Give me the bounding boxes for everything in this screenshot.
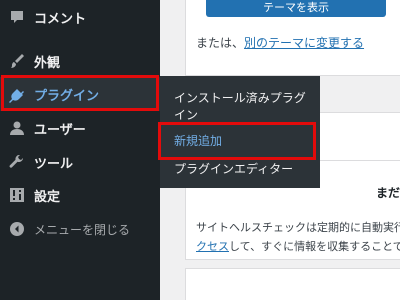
site-health-heading: まだ [376,186,400,200]
appearance-brush-icon [7,51,27,71]
collapse-arrow-icon [7,219,27,239]
site-health-text: サイトヘルスチェックは定期的に自動実行 クセスして、すぐに情報を収集することで [196,218,400,256]
site-health-line: クセスして、すぐに情報を収集することで [196,237,400,256]
sidebar-item-label: 設定 [34,189,61,205]
sidebar-item-users[interactable]: ユーザー [0,111,160,145]
sidebar-item-label: コメント [34,11,87,27]
theme-change-text: または、別のテーマに変更する [196,34,364,51]
site-health-link[interactable]: クセス [196,240,229,253]
sidebar-item-comments[interactable]: コメント [0,0,160,34]
sidebar-item-label: メニューを閉じる [34,222,131,237]
admin-sidebar: コメント 外観 プラグイン ユーザー ツール 設定 メニューを閉じる [0,0,160,300]
site-health-line-rest: して、すぐに情報を収集することで [229,240,400,253]
sidebar-item-label: ユーザー [34,122,86,138]
bottom-card [185,268,400,300]
submenu-plugin-editor[interactable]: プラグインエディター [174,161,293,178]
sidebar-item-appearance[interactable]: 外観 [0,44,160,78]
theme-prefix: または、 [196,36,245,50]
comment-icon [7,7,27,27]
sidebar-item-label: ツール [34,156,74,172]
settings-icon [7,185,27,205]
sidebar-item-tools[interactable]: ツール [0,145,160,179]
sidebar-item-settings[interactable]: 設定 [0,178,160,212]
user-icon [7,118,27,138]
site-health-line: サイトヘルスチェックは定期的に自動実行 [196,221,400,234]
wrench-icon [7,152,27,172]
plugins-highlight-box [1,75,159,111]
sidebar-collapse-button[interactable]: メニューを閉じる [0,212,160,246]
view-theme-button[interactable]: テーマを表示 [206,0,386,17]
sidebar-item-label: 外観 [34,55,61,71]
add-new-highlight-box [158,122,316,160]
submenu-installed-plugins[interactable]: インストール済みプラグイン [174,90,314,124]
change-theme-link[interactable]: 別のテーマに変更する [244,36,364,50]
